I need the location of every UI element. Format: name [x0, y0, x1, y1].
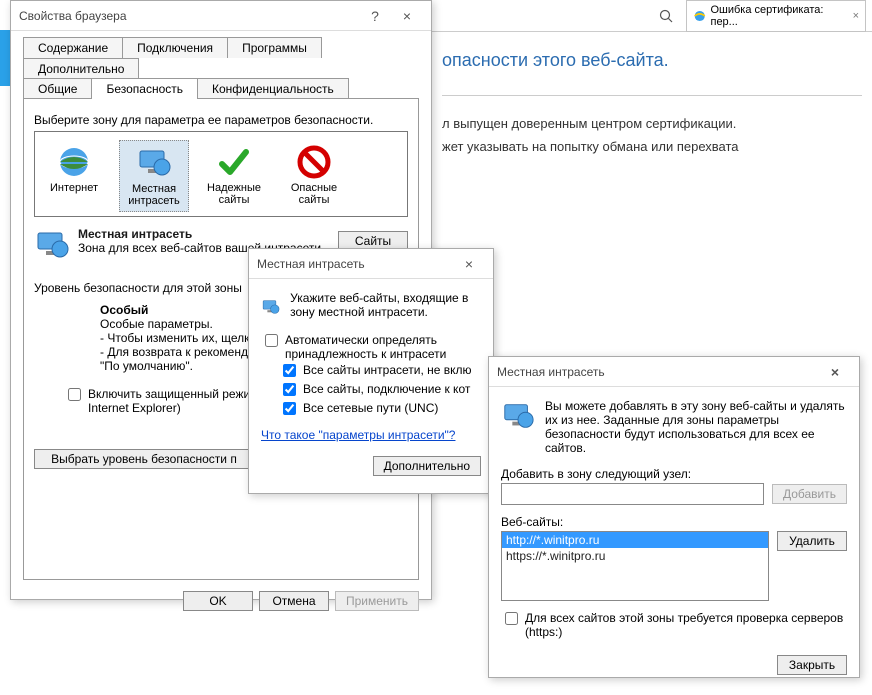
- ie-toolbar: Ошибка сертификата: пер... ×: [432, 0, 872, 32]
- zone-internet[interactable]: Интернет: [39, 140, 109, 212]
- cert-warning-heading: опасности этого веб-сайта.: [432, 32, 872, 89]
- zone-label: Местная интрасеть: [128, 183, 180, 207]
- close-button[interactable]: ×: [391, 4, 423, 28]
- monitor-globe-icon: [261, 291, 280, 323]
- apply-button[interactable]: Применить: [335, 591, 419, 611]
- checkmark-icon: [216, 144, 252, 180]
- tab-programs[interactable]: Программы: [227, 37, 322, 58]
- ie-background: Ошибка сертификата: пер... × опасности э…: [432, 0, 872, 250]
- zone-label: Опасные сайты: [291, 182, 337, 206]
- require-https-checkbox[interactable]: Для всех сайтов этой зоны требуется пров…: [501, 611, 847, 639]
- dialog-title: Свойства браузера: [19, 9, 359, 23]
- zone-local-intranet[interactable]: Местная интрасеть: [119, 140, 189, 212]
- zone-selector: Интернет Местная интрасеть Надежные сайт…: [34, 131, 408, 217]
- list-item[interactable]: https://*.winitpro.ru: [502, 548, 768, 564]
- require-https-label: Для всех сайтов этой зоны требуется пров…: [525, 611, 847, 639]
- chk1-label: Все сайты интрасети, не вклю: [303, 363, 472, 377]
- delete-button[interactable]: Удалить: [777, 531, 847, 551]
- search-icon[interactable]: [658, 8, 674, 24]
- ie-logo-icon: [693, 9, 706, 23]
- auto-detect-input[interactable]: [265, 334, 278, 347]
- chk3-input[interactable]: [283, 402, 296, 415]
- chk2-label: Все сайты, подключение к кот: [303, 382, 470, 396]
- selected-zone-title: Местная интрасеть: [78, 227, 330, 241]
- chk1-input[interactable]: [283, 364, 296, 377]
- add-label: Добавить в зону следующий узел:: [501, 467, 847, 481]
- list-item[interactable]: http://*.winitpro.ru: [502, 532, 768, 548]
- auto-detect-label: Автоматически определять принадлежность …: [285, 333, 481, 361]
- require-https-input[interactable]: [505, 612, 518, 625]
- list-label: Веб-сайты:: [501, 515, 847, 529]
- ie-browser-tab[interactable]: Ошибка сертификата: пер... ×: [686, 0, 866, 32]
- globe-icon: [56, 144, 92, 180]
- intranet-settings-dialog: Местная интрасеть × Укажите веб-сайты, в…: [248, 248, 494, 494]
- chk2-input[interactable]: [283, 383, 296, 396]
- intranet-sites-dialog: Местная интрасеть × Вы можете добавлять …: [488, 356, 860, 678]
- sites-desc: Вы можете добавлять в эту зону веб-сайты…: [545, 399, 847, 455]
- zone-restricted[interactable]: Опасные сайты: [279, 140, 349, 212]
- advanced-button[interactable]: Дополнительно: [373, 456, 481, 476]
- close-icon[interactable]: ×: [853, 10, 859, 22]
- protected-mode-input[interactable]: [68, 388, 81, 401]
- dialog-title: Местная интрасеть: [497, 365, 819, 379]
- tab-connections[interactable]: Подключения: [122, 37, 228, 58]
- zone-prompt: Выберите зону для параметра ее параметро…: [34, 113, 408, 127]
- cert-warning-line1: л выпущен доверенным центром сертификаци…: [432, 102, 872, 135]
- sites-listbox[interactable]: http://*.winitpro.ru https://*.winitpro.…: [501, 531, 769, 601]
- include-intranet-checkbox[interactable]: Все сайты интрасети, не вклю: [279, 363, 481, 380]
- tab-privacy[interactable]: Конфиденциальность: [197, 78, 349, 99]
- tab-content[interactable]: Содержание: [23, 37, 123, 58]
- monitor-globe-icon: [136, 145, 172, 181]
- close-button[interactable]: ×: [819, 360, 851, 384]
- zone-label: Надежные сайты: [207, 182, 261, 206]
- close-dialog-button[interactable]: Закрыть: [777, 655, 847, 675]
- auto-detect-checkbox[interactable]: Автоматически определять принадлежность …: [261, 333, 481, 361]
- add-site-input[interactable]: [501, 483, 764, 505]
- zone-trusted[interactable]: Надежные сайты: [199, 140, 269, 212]
- tab-security[interactable]: Безопасность: [91, 78, 198, 99]
- ok-button[interactable]: OK: [183, 591, 253, 611]
- zone-label: Интернет: [50, 182, 98, 194]
- dialog-title: Местная интрасеть: [257, 257, 453, 271]
- ie-tab-title: Ошибка сертификата: пер...: [710, 4, 848, 28]
- cancel-button[interactable]: Отмена: [259, 591, 329, 611]
- close-button[interactable]: ×: [453, 252, 485, 276]
- no-entry-icon: [296, 144, 332, 180]
- titlebar: Местная интрасеть ×: [249, 249, 493, 279]
- help-button[interactable]: ?: [359, 4, 391, 28]
- titlebar: Местная интрасеть ×: [489, 357, 859, 387]
- titlebar: Свойства браузера ? ×: [11, 1, 431, 31]
- tab-row-2: Общие Безопасность Конфиденциальность: [23, 78, 419, 99]
- tab-row-1: Содержание Подключения Программы Дополни…: [23, 37, 419, 79]
- monitor-globe-icon: [501, 399, 535, 433]
- chk3-label: Все сетевые пути (UNC): [303, 401, 438, 415]
- unc-paths-checkbox[interactable]: Все сетевые пути (UNC): [279, 401, 481, 418]
- intranet-desc: Укажите веб-сайты, входящие в зону местн…: [290, 291, 481, 319]
- intranet-help-link[interactable]: Что такое "параметры интрасети"?: [261, 428, 455, 442]
- tab-advanced[interactable]: Дополнительно: [23, 58, 139, 79]
- add-button[interactable]: Добавить: [772, 484, 847, 504]
- cert-warning-line2: жет указывать на попытку обмана или пере…: [432, 135, 872, 158]
- tab-general[interactable]: Общие: [23, 78, 92, 99]
- monitor-globe-icon: [34, 227, 70, 263]
- reset-level-button[interactable]: Выбрать уровень безопасности п: [34, 449, 254, 469]
- bypass-proxy-checkbox[interactable]: Все сайты, подключение к кот: [279, 382, 481, 399]
